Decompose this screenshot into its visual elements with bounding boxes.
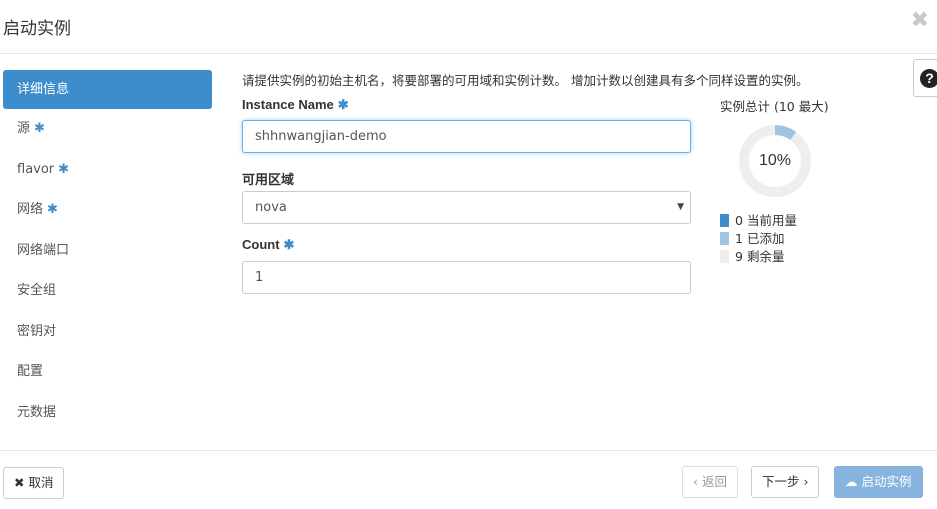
sidebar-item-configuration[interactable]: 配置 <box>3 352 212 393</box>
quota-title: 实例总计 (10 最大) <box>720 99 829 114</box>
legend-value: 9 <box>735 249 743 264</box>
legend-added: 1 已添加 <box>720 230 797 248</box>
sidebar-item-label: 网络 <box>17 202 44 217</box>
sidebar-item-source[interactable]: 源 ✱ <box>3 109 212 150</box>
availability-zone-select[interactable]: nova ▼ <box>242 191 691 224</box>
modal-header: 启动实例 ✖ <box>0 0 937 54</box>
count-input[interactable]: 1 <box>242 261 691 294</box>
count-label: Count ✱ <box>242 237 294 253</box>
legend-label: 已添加 <box>746 231 785 246</box>
legend-swatch <box>720 232 729 245</box>
instance-quota-summary: 实例总计 (10 最大) 10% 0 当前用量 1 已添加 9 剩余量 <box>720 96 840 264</box>
next-button[interactable]: 下一步 › <box>751 466 820 498</box>
help-icon: ? <box>920 69 937 88</box>
help-button[interactable]: ? <box>913 59 937 97</box>
availability-zone-label: 可用区域 <box>242 172 295 187</box>
sidebar-item-label: 详细信息 <box>17 82 70 97</box>
sidebar-item-network[interactable]: 网络 ✱ <box>3 190 212 231</box>
legend-current-usage: 0 当前用量 <box>720 212 797 230</box>
sidebar-item-details[interactable]: 详细信息 <box>3 70 212 109</box>
instance-name-input[interactable]: shhnwangjian-demo <box>242 120 691 153</box>
launch-button-label: 启动实例 <box>861 474 912 489</box>
instance-name-label-text: Instance Name <box>242 97 334 112</box>
sidebar-item-label: 安全组 <box>17 283 57 298</box>
required-icon: ✱ <box>283 237 295 252</box>
back-button[interactable]: ‹ 返回 <box>682 466 738 498</box>
legend-value: 1 <box>735 231 743 246</box>
count-label-text: Count <box>242 237 280 252</box>
modal-title: 启动实例 <box>3 19 71 39</box>
cancel-button[interactable]: ✖ 取消 <box>3 467 65 499</box>
instance-name-label: Instance Name ✱ <box>242 97 349 113</box>
required-icon: ✱ <box>34 121 45 136</box>
close-icon: ✖ <box>14 475 25 490</box>
legend-swatch <box>720 250 729 263</box>
legend-label: 剩余量 <box>746 249 785 264</box>
sidebar-item-key-pair[interactable]: 密钥对 <box>3 312 212 353</box>
sidebar-item-label: 元数据 <box>17 404 57 420</box>
legend-label: 当前用量 <box>746 213 797 228</box>
required-icon: ✱ <box>337 97 349 112</box>
required-icon: ✱ <box>47 202 58 217</box>
quota-legend: 0 当前用量 1 已添加 9 剩余量 <box>720 212 797 266</box>
legend-swatch <box>720 214 729 227</box>
availability-zone-value: nova <box>255 200 287 215</box>
quota-percent: 10% <box>758 152 792 169</box>
sidebar-item-label: 源 <box>17 121 31 136</box>
legend-value: 0 <box>735 213 743 228</box>
legend-remaining: 9 剩余量 <box>720 248 797 266</box>
form-intro-text: 请提供实例的初始主机名，将要部署的可用域和实例计数。 增加计数以创建具有多个同样… <box>242 73 809 88</box>
modal-footer: ✖ 取消 ‹ 返回 下一步 › ☁ 启动实例 <box>0 450 937 509</box>
sidebar-item-label: 配置 <box>17 364 44 379</box>
wizard-sidebar: 详细信息 源 ✱ flavor ✱ 网络 ✱ 网络端口 安全组 密钥对 配置 元数据 <box>3 70 212 433</box>
launch-instance-button[interactable]: ☁ 启动实例 <box>834 466 923 498</box>
sidebar-item-label: flavor <box>17 161 55 177</box>
sidebar-item-metadata[interactable]: 元数据 <box>3 393 212 434</box>
dropdown-arrow-icon: ▼ <box>677 202 684 212</box>
sidebar-item-security-groups[interactable]: 安全组 <box>3 271 212 312</box>
sidebar-item-network-ports[interactable]: 网络端口 <box>3 231 212 272</box>
cancel-button-label: 取消 <box>28 475 54 490</box>
sidebar-item-flavor[interactable]: flavor ✱ <box>3 150 212 191</box>
cloud-upload-icon: ☁ <box>845 474 858 489</box>
sidebar-item-label: 网络端口 <box>17 242 70 258</box>
close-icon[interactable]: ✖ <box>911 10 929 32</box>
sidebar-item-label: 密钥对 <box>17 323 57 339</box>
required-icon: ✱ <box>58 161 70 177</box>
